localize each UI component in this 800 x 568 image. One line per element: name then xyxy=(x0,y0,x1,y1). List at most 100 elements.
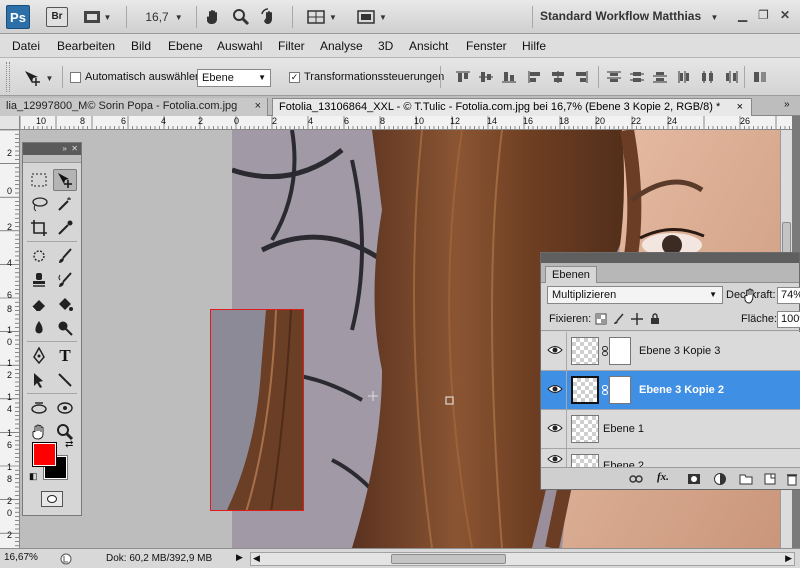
auto-select-checkbox[interactable] xyxy=(70,72,81,83)
layer-row[interactable]: Ebene 2 xyxy=(541,449,800,469)
status-menu-arrow-icon[interactable]: ▶ xyxy=(236,552,243,563)
view-extras-button[interactable]: ▼ xyxy=(80,6,114,28)
zoom-percent-field[interactable]: 16,67% xyxy=(4,552,52,566)
layer-style-fx-icon[interactable]: fx. xyxy=(657,471,669,483)
distribute-right-icon[interactable] xyxy=(723,70,739,84)
visibility-eye-icon[interactable] xyxy=(547,422,563,434)
eyedropper-tool[interactable] xyxy=(53,217,77,239)
distribute-vertical-center-icon[interactable] xyxy=(629,70,645,84)
align-vertical-center-icon[interactable] xyxy=(478,70,494,84)
menu-ebene[interactable]: Ebene xyxy=(168,39,203,53)
ruler-origin[interactable] xyxy=(0,116,20,130)
close-tab-icon[interactable]: × xyxy=(737,101,743,113)
hand-tool-button[interactable] xyxy=(202,6,224,28)
menu-datei[interactable]: Datei xyxy=(12,39,40,53)
distribute-bottom-icon[interactable] xyxy=(652,70,668,84)
hair-strand-layer-bounds[interactable] xyxy=(210,309,304,511)
distribute-horizontal-center-icon[interactable] xyxy=(700,70,716,84)
line-tool[interactable] xyxy=(53,369,77,391)
clone-stamp-tool[interactable] xyxy=(27,269,51,291)
spot-healing-brush-tool[interactable] xyxy=(27,245,51,267)
lock-position-icon[interactable] xyxy=(631,313,643,325)
lock-pixels-icon[interactable] xyxy=(613,313,625,325)
close-tab-icon[interactable]: × xyxy=(255,100,261,112)
add-layer-mask-icon[interactable] xyxy=(687,472,701,486)
menu-filter[interactable]: Filter xyxy=(278,39,305,53)
opacity-field[interactable]: 74% xyxy=(777,287,800,304)
3d-orbit-tool[interactable] xyxy=(53,397,77,419)
layer-mask-thumbnail[interactable] xyxy=(609,337,631,365)
tab-ebenen[interactable]: Ebenen xyxy=(545,266,597,283)
horizontal-scroll-thumb[interactable] xyxy=(391,554,506,564)
layer-row[interactable]: Ebene 1 xyxy=(541,410,800,449)
blur-tool[interactable] xyxy=(27,317,51,339)
link-layers-icon[interactable] xyxy=(629,472,643,486)
zoom-level-dropdown[interactable]: 16,7 ▼ xyxy=(136,6,192,28)
3d-rotate-tool[interactable] xyxy=(27,397,51,419)
menu-analyse[interactable]: Analyse xyxy=(320,39,363,53)
paint-bucket-tool[interactable] xyxy=(53,293,77,315)
align-top-icon[interactable] xyxy=(455,70,471,84)
tools-panel-grip[interactable] xyxy=(23,155,81,163)
scroll-right-arrow-icon[interactable]: ▶ xyxy=(785,553,792,564)
screen-mode-button[interactable]: ▼ xyxy=(352,6,392,28)
menu-hilfe[interactable]: Hilfe xyxy=(522,39,546,53)
menu-ansicht[interactable]: Ansicht xyxy=(409,39,448,53)
restore-icon[interactable]: ❐ xyxy=(758,8,769,22)
menu-auswahl[interactable]: Auswahl xyxy=(217,39,262,53)
menu-fenster[interactable]: Fenster xyxy=(466,39,507,53)
layers-panel-header[interactable] xyxy=(541,253,799,263)
layer-mask-thumbnail[interactable] xyxy=(609,376,631,404)
foreground-color-swatch[interactable] xyxy=(32,442,57,467)
marquee-tool[interactable] xyxy=(27,169,51,191)
zoom-tool-button[interactable] xyxy=(230,6,252,28)
document-tab-sorin-popa[interactable]: lia_12997800_M© Sorin Popa - Fotolia.com… xyxy=(0,98,268,116)
visibility-eye-icon[interactable] xyxy=(547,344,563,356)
mask-link-icon[interactable] xyxy=(602,385,608,395)
visibility-eye-icon[interactable] xyxy=(547,453,563,465)
distribute-left-icon[interactable] xyxy=(677,70,693,84)
quick-mask-button[interactable] xyxy=(41,491,63,507)
align-horizontal-center-icon[interactable] xyxy=(550,70,566,84)
vertical-ruler[interactable]: 2 0 2 4 6 8 1 0 1 2 1 4 1 6 1 8 2 0 2 xyxy=(0,130,20,548)
quick-selection-tool[interactable] xyxy=(53,193,77,215)
history-brush-tool[interactable] xyxy=(53,269,77,291)
default-colors-icon[interactable]: ◧ xyxy=(29,471,38,482)
document-profile-icon[interactable] xyxy=(60,553,72,565)
lasso-tool[interactable] xyxy=(27,193,51,215)
workspace-switcher[interactable]: Standard Workflow Matthias ▼ xyxy=(540,9,718,23)
layer-row[interactable]: Ebene 3 Kopie 3 xyxy=(541,332,800,371)
scroll-left-arrow-icon[interactable]: ◀ xyxy=(253,553,260,564)
crop-tool[interactable] xyxy=(27,217,51,239)
tool-preset-picker[interactable]: ▼ xyxy=(18,67,58,89)
rotate-view-button[interactable] xyxy=(258,6,280,28)
path-selection-tool[interactable] xyxy=(27,369,51,391)
pen-tool[interactable] xyxy=(27,345,51,367)
adjustment-layer-icon[interactable] xyxy=(713,472,727,486)
bridge-button[interactable]: Br xyxy=(46,7,68,27)
lock-transparency-icon[interactable] xyxy=(595,313,607,325)
type-tool[interactable]: T xyxy=(53,345,77,367)
delete-layer-trash-icon[interactable] xyxy=(785,472,799,486)
lock-all-icon[interactable] xyxy=(649,313,661,325)
dodge-tool[interactable] xyxy=(53,317,77,339)
layer-row-selected[interactable]: Ebene 3 Kopie 2 xyxy=(541,371,800,410)
auto-select-dropdown[interactable]: Ebene ▼ xyxy=(197,69,271,87)
move-tool[interactable] xyxy=(53,169,77,191)
minimize-icon[interactable]: ▁ xyxy=(738,8,747,22)
eraser-tool[interactable] xyxy=(27,293,51,315)
align-right-icon[interactable] xyxy=(573,70,589,84)
menu-3d[interactable]: 3D xyxy=(378,39,393,53)
menu-bild[interactable]: Bild xyxy=(131,39,151,53)
mask-link-icon[interactable] xyxy=(602,346,608,356)
auto-align-layers-icon[interactable] xyxy=(752,70,768,84)
horizontal-scrollbar[interactable]: ◀ ▶ xyxy=(250,552,795,566)
close-icon[interactable]: ✕ xyxy=(780,8,790,22)
menu-bearbeiten[interactable]: Bearbeiten xyxy=(57,39,115,53)
document-tab-tulic[interactable]: Fotolia_13106864_XXL - © T.Tulic - Fotol… xyxy=(272,98,752,116)
transform-controls-checkbox[interactable]: ✓ xyxy=(289,72,300,83)
distribute-top-icon[interactable] xyxy=(606,70,622,84)
fill-field[interactable]: 100% xyxy=(777,311,800,328)
brush-tool[interactable] xyxy=(53,245,77,267)
blend-mode-dropdown[interactable]: Multiplizieren ▼ xyxy=(547,286,723,304)
